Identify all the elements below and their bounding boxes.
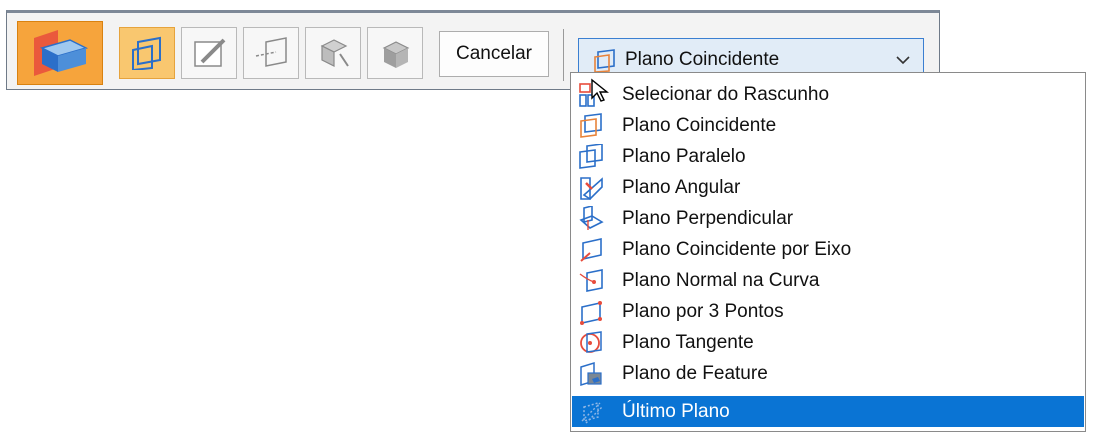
dropdown-item-label: Plano Normal na Curva: [622, 270, 820, 291]
dropdown-item-perpendicular-plane[interactable]: Plano Perpendicular: [572, 203, 1084, 234]
plane-placement-step-button[interactable]: [119, 27, 175, 79]
dropdown-item-label: Selecionar do Rascunho: [622, 84, 830, 105]
dropdown-item-normal-to-curve-plane[interactable]: Plano Normal na Curva: [572, 265, 1084, 296]
dropdown-item-parallel-plane[interactable]: Plano Paralelo: [572, 141, 1084, 172]
plane-feature-icon: [34, 30, 89, 76]
step-buttons: [119, 27, 429, 79]
parallel-plane-icon: [579, 144, 603, 169]
toolbar-separator: [563, 29, 564, 81]
plane-type-dropdown-list: Selecionar do Rascunho Plano Coincidente…: [570, 72, 1086, 432]
sketch-step-icon: [194, 38, 226, 67]
dropdown-item-feature-plane[interactable]: Plano de Feature: [572, 358, 1084, 389]
dropdown-item-label: Plano Paralelo: [622, 146, 746, 167]
mouse-cursor-icon: [591, 78, 609, 102]
dropdown-item-label: Último Plano: [622, 401, 730, 422]
extent-step-button[interactable]: [243, 27, 299, 79]
plane-placement-step-icon: [132, 36, 161, 70]
dropdown-item-label: Plano Coincidente por Eixo: [622, 239, 852, 260]
side-step-button[interactable]: [305, 27, 361, 79]
last-plane-icon: [581, 402, 603, 424]
dropdown-item-tangent-plane[interactable]: Plano Tangente: [572, 327, 1084, 358]
angular-plane-icon: [580, 177, 603, 201]
dropdown-item-label: Plano de Feature: [622, 363, 768, 384]
dropdown-item-coincident-plane[interactable]: Plano Coincidente: [572, 110, 1084, 141]
dropdown-item-label: Plano Perpendicular: [622, 208, 794, 229]
dropdown-item-last-plane[interactable]: Último Plano: [572, 396, 1084, 427]
dropdown-item-angular-plane[interactable]: Plano Angular: [572, 172, 1084, 203]
dropdown-item-three-points-plane[interactable]: Plano por 3 Pontos: [572, 296, 1084, 327]
treatment-step-button[interactable]: [367, 27, 423, 79]
perpendicular-plane-icon: [579, 206, 604, 230]
coincident-plane-icon: [594, 49, 615, 73]
side-step-icon: [320, 39, 349, 67]
extent-step-icon: [255, 37, 287, 67]
dropdown-item-select-from-sketch[interactable]: Selecionar do Rascunho: [572, 79, 1084, 110]
dropdown-item-coincident-by-axis-plane[interactable]: Plano Coincidente por Eixo: [572, 234, 1084, 265]
dropdown-item-label: Plano Tangente: [622, 332, 754, 353]
feature-plane-icon: [580, 361, 602, 387]
three-points-plane-icon: [580, 301, 602, 325]
cancel-button[interactable]: Cancelar: [439, 31, 549, 77]
plane-feature-button[interactable]: [17, 21, 103, 85]
normal-to-curve-plane-icon: [579, 269, 603, 292]
chevron-down-icon: [896, 56, 910, 65]
tangent-plane-icon: [580, 331, 602, 353]
treatment-step-icon: [382, 41, 410, 68]
coincident-by-axis-plane-icon: [580, 238, 602, 262]
coincident-plane-icon: [580, 113, 602, 138]
dropdown-item-label: Plano Angular: [622, 177, 741, 198]
dropdown-item-label: Plano por 3 Pontos: [622, 301, 784, 322]
sketch-step-button[interactable]: [181, 27, 237, 79]
dropdown-item-label: Plano Coincidente: [622, 115, 777, 136]
